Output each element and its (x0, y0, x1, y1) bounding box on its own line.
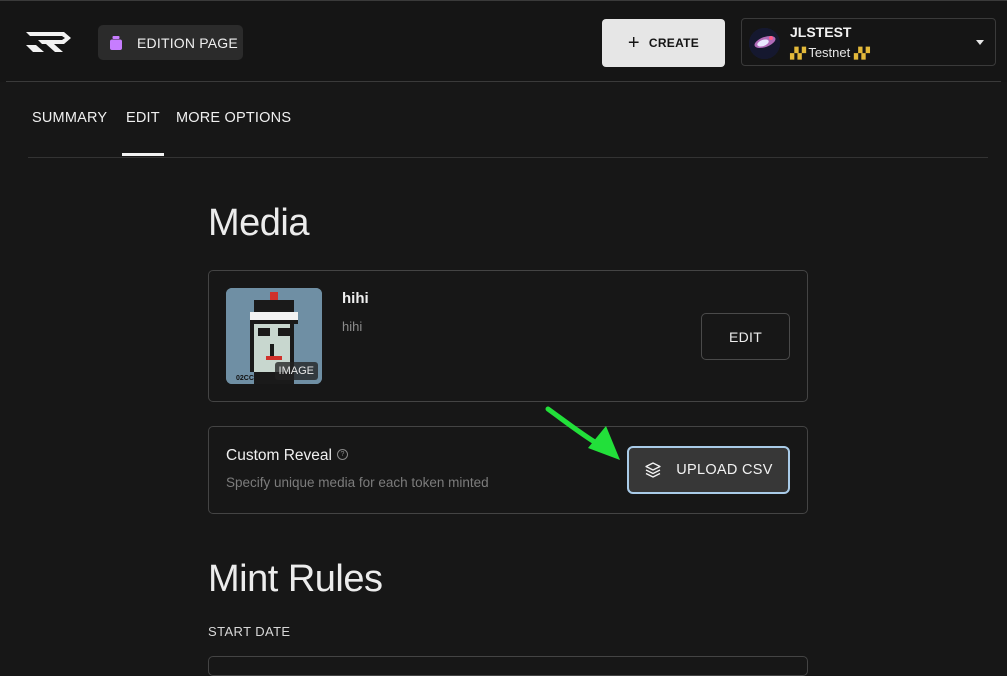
mint-rules-section-title: Mint Rules (208, 558, 383, 600)
media-title: hihi (342, 290, 369, 307)
custom-reveal-description: Specify unique media for each token mint… (226, 475, 489, 490)
account-name: JLSTEST (790, 24, 852, 40)
start-date-field[interactable] (208, 656, 808, 676)
media-thumbnail[interactable]: 02CC IMAGE (226, 288, 322, 384)
edition-page-label: EDITION PAGE (137, 34, 238, 51)
chevron-down-icon (976, 40, 984, 45)
create-button[interactable]: + CREATE (602, 19, 725, 67)
jar-icon (110, 35, 122, 50)
media-type-badge: IMAGE (274, 362, 318, 380)
brand-logo-icon[interactable] (24, 29, 72, 55)
tab-edit[interactable]: EDIT (126, 110, 160, 126)
network-label: Testnet (808, 45, 851, 60)
top-bar: EDITION PAGE + CREATE JLSTEST ▞▞ Testnet… (0, 0, 1007, 82)
annotation-arrow-icon (545, 406, 620, 460)
layers-icon (645, 462, 661, 478)
avatar-image-icon (749, 28, 780, 59)
upload-csv-label: UPLOAD CSV (676, 462, 773, 478)
tab-bar: SUMMARY EDIT MORE OPTIONS (28, 82, 988, 158)
thumbnail-tag: 02CC (236, 375, 254, 382)
custom-reveal-title: Custom Reveal? (226, 447, 348, 465)
tab-more-options[interactable]: MORE OPTIONS (176, 110, 291, 126)
plus-icon: + (627, 32, 640, 54)
hazard-icon: ▞▞ (853, 48, 870, 60)
tab-summary[interactable]: SUMMARY (32, 110, 107, 126)
edition-page-button[interactable]: EDITION PAGE (98, 25, 243, 60)
start-date-label: START DATE (208, 624, 291, 639)
account-switcher[interactable]: JLSTEST ▞▞ Testnet ▞▞ (741, 18, 996, 66)
media-card: 02CC IMAGE hihi hihi EDIT (208, 270, 808, 402)
media-description: hihi (342, 319, 363, 334)
upload-csv-button[interactable]: UPLOAD CSV (627, 446, 790, 494)
custom-reveal-card: Custom Reveal? Specify unique media for … (208, 426, 808, 514)
hazard-icon: ▞▞ (790, 48, 806, 60)
create-label: CREATE (648, 36, 700, 50)
account-network: ▞▞ Testnet ▞▞ (790, 45, 870, 60)
help-icon[interactable]: ? (336, 449, 348, 461)
media-section-title: Media (208, 202, 310, 244)
edit-media-button[interactable]: EDIT (701, 313, 790, 360)
active-tab-indicator (122, 153, 164, 156)
avatar (749, 28, 780, 59)
custom-reveal-title-text: Custom Reveal (226, 447, 332, 464)
